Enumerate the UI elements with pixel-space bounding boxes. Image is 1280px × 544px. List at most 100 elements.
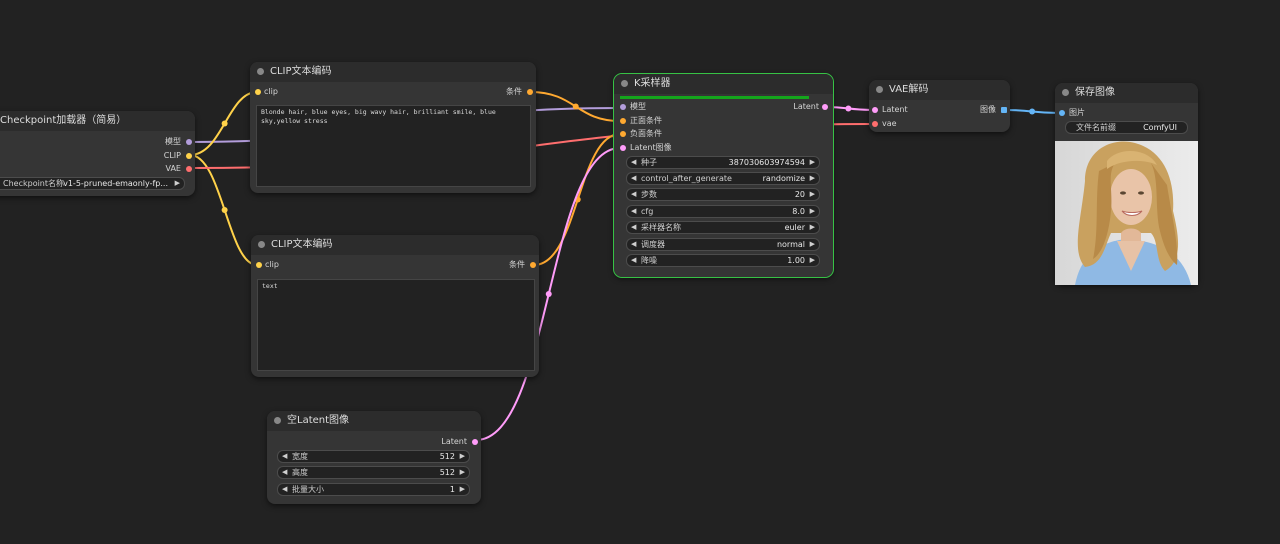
- output-image-label: 图像: [980, 105, 996, 114]
- output-conditioning-socket[interactable]: [530, 262, 536, 268]
- input-model-socket[interactable]: [620, 104, 626, 110]
- output-latent-label: Latent: [441, 437, 467, 446]
- width-value: 512: [439, 452, 455, 461]
- save-image-title[interactable]: 保存图像: [1055, 83, 1198, 103]
- arrow-right-icon[interactable]: ▶: [810, 206, 815, 217]
- output-model-socket[interactable]: [186, 139, 192, 145]
- input-latent-socket[interactable]: [872, 107, 878, 113]
- input-clip-label: clip: [265, 260, 279, 269]
- positive-prompt-textarea[interactable]: Blonde hair, blue eyes, big wavy hair, b…: [256, 105, 531, 187]
- empty-latent-image-node[interactable]: 空Latent图像 Latent ◀ 宽度 512 ▶ ◀ 高度 512 ▶ ◀…: [267, 411, 481, 504]
- scheduler-label: 调度器: [641, 240, 665, 249]
- output-latent-label: Latent: [793, 102, 819, 111]
- arrow-right-icon[interactable]: ▶: [460, 467, 465, 478]
- seed-widget[interactable]: ◀ 种子 387030603974594 ▶: [626, 156, 820, 169]
- generated-image-preview[interactable]: [1055, 141, 1198, 285]
- arrow-left-icon[interactable]: ◀: [282, 484, 287, 495]
- input-negative-socket[interactable]: [620, 131, 626, 137]
- arrow-right-icon[interactable]: ▶: [175, 178, 180, 189]
- vae-decode-node[interactable]: VAE解码 Latent vae 图像: [869, 80, 1010, 132]
- empty-latent-title[interactable]: 空Latent图像: [267, 411, 481, 431]
- node-status-dot: [274, 417, 281, 424]
- steps-value: 20: [794, 190, 805, 199]
- output-latent-socket[interactable]: [472, 439, 478, 445]
- ksampler-title[interactable]: K采样器: [614, 74, 833, 94]
- link-clip-negative-center-dot[interactable]: [221, 207, 228, 213]
- node-status-dot: [621, 80, 628, 87]
- output-vae-socket[interactable]: [186, 166, 192, 172]
- output-image-socket[interactable]: [1001, 107, 1007, 113]
- link-clip-positive-center-dot[interactable]: [221, 120, 228, 127]
- clip-positive-title[interactable]: CLIP文本编码: [250, 62, 536, 82]
- link-latent-output-center-dot[interactable]: [845, 105, 852, 112]
- width-label: 宽度: [292, 452, 308, 461]
- input-positive-label: 正面条件: [630, 116, 662, 125]
- arrow-right-icon[interactable]: ▶: [810, 157, 815, 168]
- arrow-left-icon[interactable]: ◀: [631, 239, 636, 250]
- sampler-name-widget[interactable]: ◀ 采样器名称 euler ▶: [626, 221, 820, 234]
- denoise-label: 降噪: [641, 256, 657, 265]
- link-positive-conditioning-center-dot[interactable]: [572, 103, 579, 110]
- output-conditioning-socket[interactable]: [527, 89, 533, 95]
- ckpt-name-combo[interactable]: Checkpoint名称 v1-5-pruned-emaonly-fp... ▶: [0, 177, 185, 190]
- arrow-left-icon[interactable]: ◀: [631, 206, 636, 217]
- output-latent-socket[interactable]: [822, 104, 828, 110]
- scheduler-value: normal: [776, 240, 805, 249]
- scheduler-widget[interactable]: ◀ 调度器 normal ▶: [626, 238, 820, 251]
- output-conditioning-label: 条件: [509, 260, 525, 269]
- arrow-left-icon[interactable]: ◀: [631, 255, 636, 266]
- clip-text-encode-negative-node[interactable]: CLIP文本编码 clip 条件 text: [251, 235, 539, 377]
- input-latent-socket[interactable]: [620, 145, 626, 151]
- link-latent-input-center-dot[interactable]: [545, 291, 552, 297]
- ckpt-name-value: v1-5-pruned-emaonly-fp...: [63, 179, 168, 188]
- arrow-left-icon[interactable]: ◀: [631, 173, 636, 184]
- input-vae-socket[interactable]: [872, 121, 878, 127]
- arrow-left-icon[interactable]: ◀: [631, 157, 636, 168]
- clip-text-encode-positive-node[interactable]: CLIP文本编码 clip 条件 Blonde hair, blue eyes,…: [250, 62, 536, 193]
- height-label: 高度: [292, 468, 308, 477]
- height-value: 512: [439, 468, 455, 477]
- arrow-right-icon[interactable]: ▶: [460, 484, 465, 495]
- arrow-left-icon[interactable]: ◀: [631, 222, 636, 233]
- arrow-right-icon[interactable]: ▶: [810, 222, 815, 233]
- batch-size-value: 1: [449, 485, 455, 494]
- batch-size-widget[interactable]: ◀ 批量大小 1 ▶: [277, 483, 470, 496]
- arrow-left-icon[interactable]: ◀: [631, 189, 636, 200]
- vae-decode-title[interactable]: VAE解码: [869, 80, 1010, 100]
- node-status-dot: [876, 86, 883, 93]
- output-clip-socket[interactable]: [186, 153, 192, 159]
- filename-prefix-value: ComfyUI: [1143, 123, 1177, 132]
- negative-prompt-textarea[interactable]: text: [257, 279, 535, 371]
- control-after-generate-widget[interactable]: ◀ control_after_generate randomize ▶: [626, 172, 820, 185]
- arrow-right-icon[interactable]: ▶: [810, 255, 815, 266]
- arrow-right-icon[interactable]: ▶: [810, 239, 815, 250]
- clip-negative-title[interactable]: CLIP文本编码: [251, 235, 539, 255]
- arrow-left-icon[interactable]: ◀: [282, 467, 287, 478]
- ksampler-node[interactable]: K采样器 模型 正面条件 负面条件 Latent图像 Latent ◀ 种子 3…: [613, 73, 834, 278]
- width-widget[interactable]: ◀ 宽度 512 ▶: [277, 450, 470, 463]
- height-widget[interactable]: ◀ 高度 512 ▶: [277, 466, 470, 479]
- input-positive-socket[interactable]: [620, 118, 626, 124]
- link-image-center-dot[interactable]: [1029, 108, 1036, 115]
- input-images-label: 图片: [1069, 108, 1085, 117]
- input-clip-socket[interactable]: [256, 262, 262, 268]
- checkpoint-loader-title[interactable]: Checkpoint加载器（简易）: [0, 111, 195, 131]
- arrow-right-icon[interactable]: ▶: [810, 173, 815, 184]
- denoise-widget[interactable]: ◀ 降噪 1.00 ▶: [626, 254, 820, 267]
- save-image-node[interactable]: 保存图像 图片 文件名前缀 ComfyUI: [1055, 83, 1198, 285]
- node-status-dot: [257, 68, 264, 75]
- input-clip-socket[interactable]: [255, 89, 261, 95]
- arrow-right-icon[interactable]: ▶: [460, 451, 465, 462]
- control-after-generate-label: control_after_generate: [641, 174, 732, 183]
- cfg-widget[interactable]: ◀ cfg 8.0 ▶: [626, 205, 820, 218]
- sampler-name-value: euler: [784, 223, 805, 232]
- arrow-left-icon[interactable]: ◀: [282, 451, 287, 462]
- steps-widget[interactable]: ◀ 步数 20 ▶: [626, 188, 820, 201]
- input-negative-label: 负面条件: [630, 129, 662, 138]
- control-after-generate-value: randomize: [762, 174, 805, 183]
- arrow-right-icon[interactable]: ▶: [810, 189, 815, 200]
- checkpoint-loader-node[interactable]: Checkpoint加载器（简易） 模型 CLIP VAE Checkpoint…: [0, 111, 195, 196]
- filename-prefix-widget[interactable]: 文件名前缀 ComfyUI: [1065, 121, 1188, 134]
- node-status-dot: [1062, 89, 1069, 96]
- input-images-socket[interactable]: [1059, 110, 1065, 116]
